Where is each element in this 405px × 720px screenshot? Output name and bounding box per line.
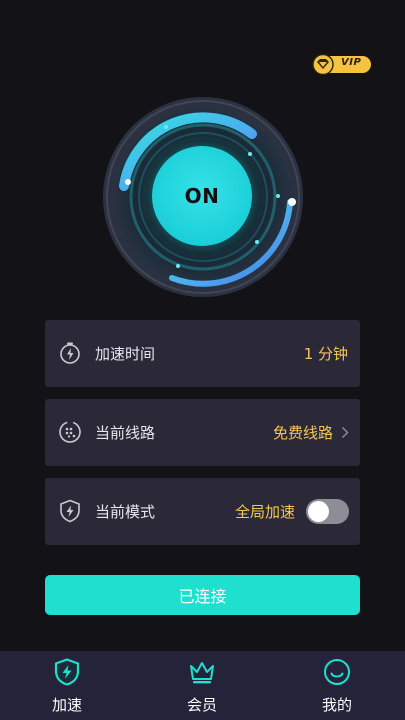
tab-membership[interactable]: 会员 (152, 651, 252, 720)
current-mode-value: 全局加速 (234, 503, 295, 521)
current-route-value: 免费线路 (272, 424, 333, 442)
acceleration-time-card: 加速时间 1 分钟 (45, 320, 360, 387)
route-globe-icon (59, 421, 81, 443)
tab-profile[interactable]: 我的 (287, 651, 387, 720)
vip-badge[interactable]: VIP (312, 54, 371, 75)
tab-accelerate[interactable]: 加速 (17, 651, 117, 720)
crown-icon (190, 662, 214, 684)
current-route-card[interactable]: 当前线路 免费线路 (45, 399, 360, 466)
acceleration-time-label: 加速时间 (95, 345, 156, 363)
vip-label: VIP (341, 57, 362, 68)
tab-profile-label: 我的 (321, 696, 352, 714)
connected-button[interactable]: 已连接 (45, 575, 360, 615)
power-button-label: ON (184, 184, 220, 208)
bottom-tab-bar: 加速 会员 我的 (0, 651, 405, 720)
global-acceleration-toggle[interactable] (306, 499, 349, 524)
timer-bolt-icon (60, 342, 80, 364)
current-mode-card: 当前模式 全局加速 (45, 478, 360, 545)
tab-membership-label: 会员 (186, 696, 217, 714)
current-mode-label: 当前模式 (95, 503, 156, 521)
chevron-right-icon (341, 426, 349, 439)
power-on-button[interactable]: ON (152, 146, 252, 246)
current-route-label: 当前线路 (95, 424, 156, 442)
diamond-icon (312, 54, 334, 75)
toggle-knob (308, 501, 329, 522)
acceleration-time-value: 1 分钟 (303, 345, 348, 363)
shield-bolt-icon (54, 658, 80, 686)
shield-bolt-icon (60, 499, 80, 523)
smiley-icon (324, 659, 350, 685)
tab-accelerate-label: 加速 (51, 696, 82, 714)
